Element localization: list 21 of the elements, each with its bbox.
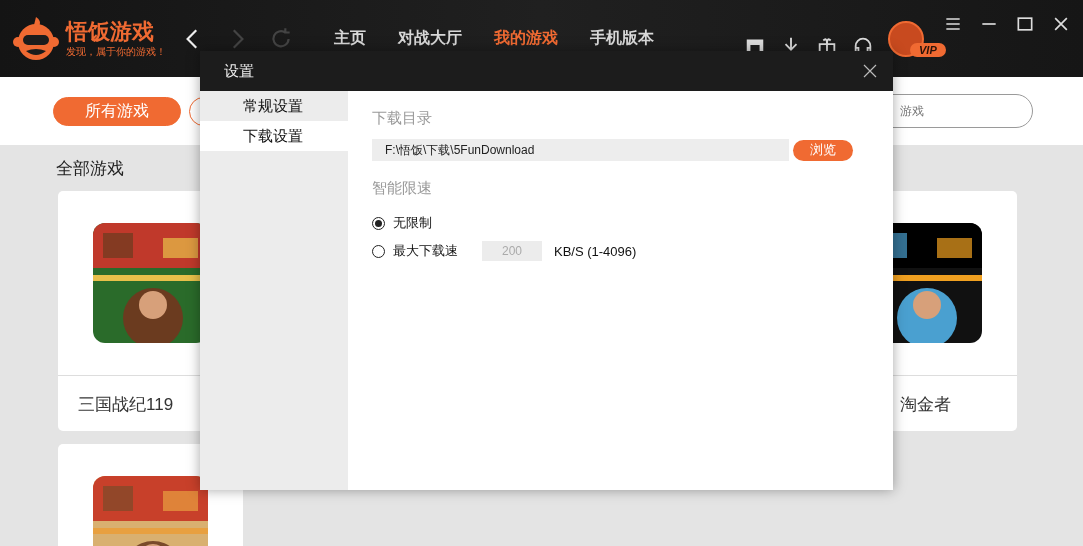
dialog-title: 设置: [224, 61, 254, 81]
app-slogan: 发现，属于你的游戏！: [66, 44, 166, 59]
download-path-field[interactable]: F:\悟饭\下载\5FunDownload: [372, 139, 789, 161]
maximize-icon[interactable]: [1015, 14, 1035, 34]
option-label: 最大下载速: [393, 242, 458, 260]
section-label: 下载目录: [372, 109, 433, 128]
app-title: 悟饭游戏: [66, 18, 155, 45]
settings-menu-item[interactable]: 下载设置: [200, 121, 348, 151]
option-label: 无限制: [393, 214, 432, 232]
nav-tab[interactable]: 对战大厅: [398, 28, 462, 49]
game-title: 三国战纪119: [77, 394, 175, 416]
unit-label: KB/S (1-4096): [554, 243, 637, 259]
section-title: 全部游戏: [56, 158, 125, 180]
close-icon[interactable]: [863, 64, 877, 78]
section-label: 智能限速: [372, 179, 433, 198]
vip-badge: VIP: [910, 42, 946, 57]
nav-tab[interactable]: 主页: [334, 28, 366, 49]
nav-tab[interactable]: 我的游戏: [494, 28, 558, 49]
monkey-logo-icon: [12, 14, 60, 63]
nav-tab[interactable]: 手机版本: [590, 28, 654, 49]
game-title: 淘金者: [899, 394, 952, 416]
